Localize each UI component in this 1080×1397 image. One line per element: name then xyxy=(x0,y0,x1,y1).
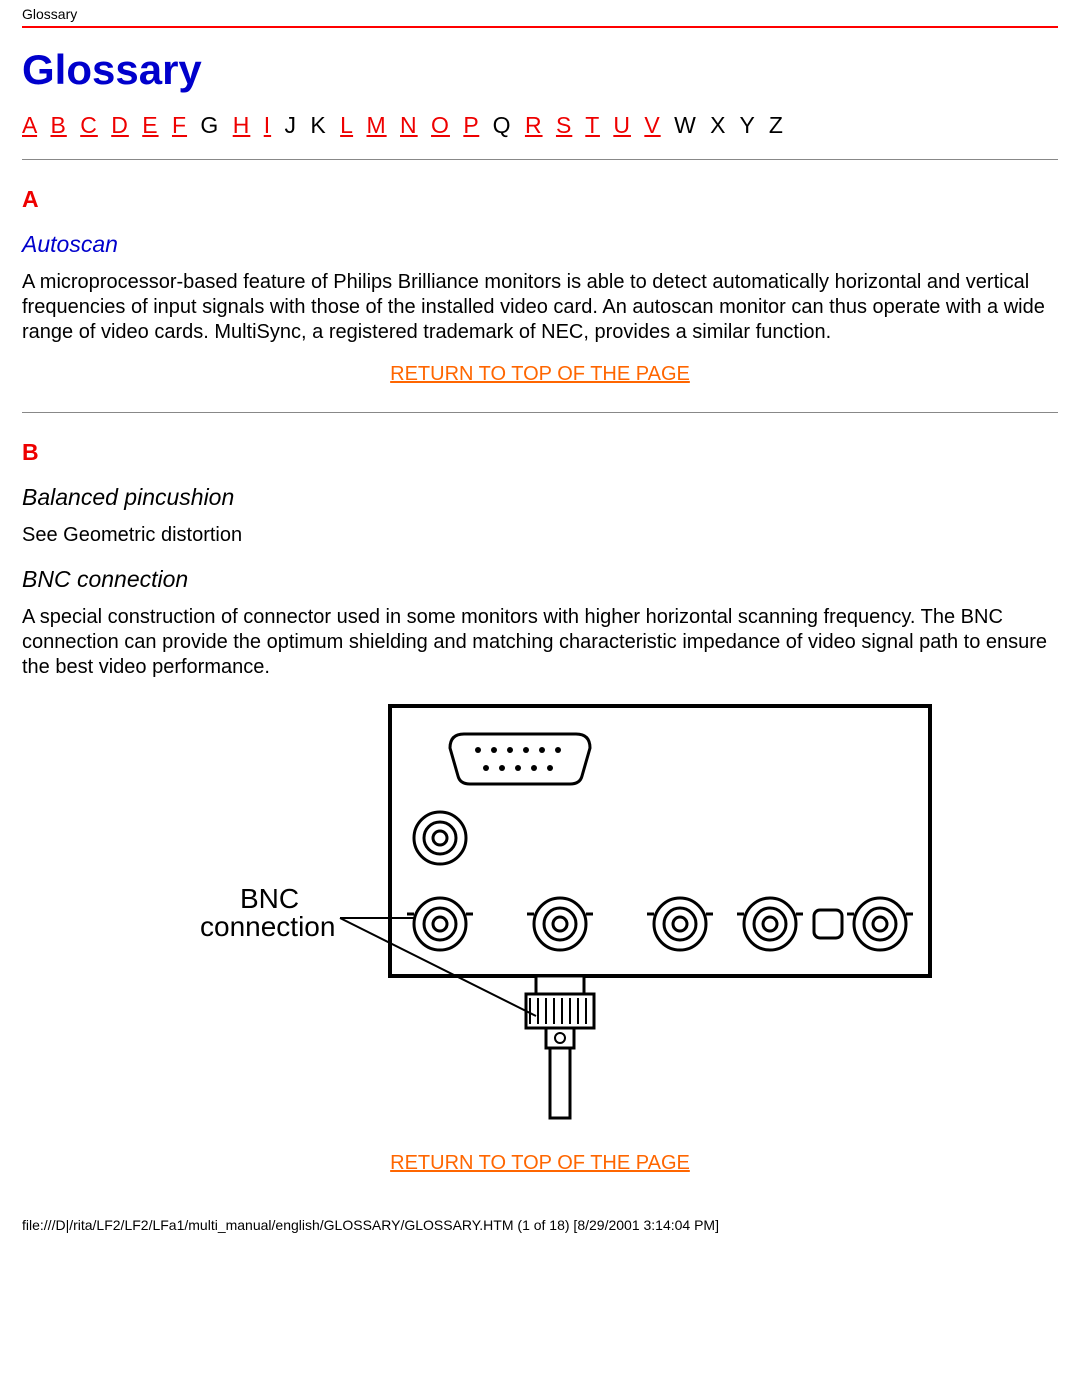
section-divider xyxy=(22,412,1058,413)
return-to-top-link[interactable]: RETURN TO TOP OF THE PAGE xyxy=(390,363,690,385)
alpha-index-y: Y xyxy=(740,112,756,138)
term-body-balanced-pincushion: See Geometric distortion xyxy=(22,523,1058,548)
header-divider xyxy=(22,26,1058,28)
alpha-index-i[interactable]: I xyxy=(264,112,271,138)
alpha-index-m[interactable]: M xyxy=(366,112,386,138)
page-title: Glossary xyxy=(22,46,1058,94)
term-body-autoscan: A microprocessor-based feature of Philip… xyxy=(22,270,1058,345)
alpha-index-v[interactable]: V xyxy=(644,112,660,138)
alpha-index-e[interactable]: E xyxy=(142,112,158,138)
diagram-label-line1: BNC xyxy=(240,883,299,914)
term-title-balanced-pincushion: Balanced pincushion xyxy=(22,484,1058,511)
alpha-index-k: K xyxy=(310,112,326,138)
alpha-index-a[interactable]: A xyxy=(22,112,37,138)
alpha-index-g: G xyxy=(200,112,219,138)
alpha-index-p[interactable]: P xyxy=(463,112,479,138)
alpha-index-r[interactable]: R xyxy=(525,112,543,138)
section-letter-a: A xyxy=(22,186,1058,213)
bnc-diagram: BNC connection xyxy=(22,698,1058,1134)
footer-status: file:///D|/rita/LF2/LF2/LFa1/multi_manua… xyxy=(0,1201,1080,1247)
alpha-index-j: J xyxy=(285,112,298,138)
alpha-index-c[interactable]: C xyxy=(80,112,98,138)
alpha-index-l[interactable]: L xyxy=(340,112,353,138)
return-to-top-link[interactable]: RETURN TO TOP OF THE PAGE xyxy=(390,1152,690,1174)
term-title-bnc-connection: BNC connection xyxy=(22,566,1058,593)
alpha-index-o[interactable]: O xyxy=(431,112,450,138)
alpha-index-x: X xyxy=(710,112,726,138)
alpha-index-n[interactable]: N xyxy=(400,112,418,138)
alpha-index-t[interactable]: T xyxy=(585,112,600,138)
alpha-index-f[interactable]: F xyxy=(172,112,187,138)
alpha-index-w: W xyxy=(674,112,697,138)
section-letter-b: B xyxy=(22,439,1058,466)
alpha-index-d[interactable]: D xyxy=(111,112,129,138)
term-title-autoscan: Autoscan xyxy=(22,231,1058,258)
alpha-index-z: Z xyxy=(769,112,784,138)
term-body-bnc-connection: A special construction of connector used… xyxy=(22,605,1058,680)
header-label: Glossary xyxy=(0,0,1080,26)
alpha-index: A B C D E F G H I J K L M N O P Q R S T … xyxy=(22,112,1058,139)
alpha-index-u[interactable]: U xyxy=(613,112,631,138)
bnc-diagram-svg: BNC connection xyxy=(140,698,940,1128)
alpha-index-q: Q xyxy=(493,112,512,138)
alpha-index-s[interactable]: S xyxy=(556,112,572,138)
alpha-index-h[interactable]: H xyxy=(233,112,251,138)
section-divider xyxy=(22,159,1058,160)
diagram-label-line2: connection xyxy=(200,911,335,942)
alpha-index-b[interactable]: B xyxy=(50,112,66,138)
